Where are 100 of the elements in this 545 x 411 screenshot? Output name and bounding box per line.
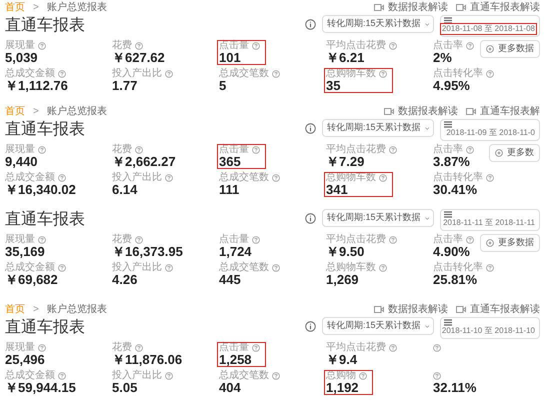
info-icon[interactable] xyxy=(305,321,316,332)
metric-label: 平均点击花费 xyxy=(326,340,386,354)
help-link[interactable]: 数据报表解读 xyxy=(384,104,458,119)
help-icon xyxy=(38,344,46,352)
metric-label: 平均点击花费 xyxy=(326,38,386,52)
help-link[interactable]: 直通车报表解读 xyxy=(456,0,540,15)
metric-value: 25,496 xyxy=(5,353,46,367)
metric-value: 4.26 xyxy=(112,273,138,287)
video-icon xyxy=(384,108,394,115)
date-range: 2018-11-11 至 2018-11-11 xyxy=(442,218,536,228)
metric-value: 5,039 xyxy=(5,51,39,65)
metric-label: 总成交金额 xyxy=(5,170,55,184)
info-icon[interactable] xyxy=(305,19,316,30)
help-icon xyxy=(165,372,173,380)
metric-value: 1,724 xyxy=(219,245,253,259)
help-icon xyxy=(486,264,494,272)
metric-value: ￥9.4 xyxy=(326,353,358,367)
metric-value: ￥59,944.15 xyxy=(5,381,76,395)
metric-label: 总成交笔数 xyxy=(219,260,269,275)
metric-value: 365 xyxy=(219,155,242,169)
page-title: 直通车报表 xyxy=(5,210,85,230)
more-data-button[interactable]: 更多数据 xyxy=(480,40,540,58)
chevron-down-icon xyxy=(424,324,429,328)
metric-label: 投入产出比 xyxy=(112,170,162,184)
metric-value: ￥16,340.02 xyxy=(5,183,76,197)
more-data-button[interactable]: 更多数 xyxy=(489,144,540,162)
help-icon xyxy=(58,174,66,182)
help-icon xyxy=(135,236,143,244)
help-icon xyxy=(252,344,260,352)
metric-value: 4.90% xyxy=(433,245,471,259)
metric-label: 平均点击花费 xyxy=(326,232,386,246)
metric-value: 32.11% xyxy=(433,381,476,395)
metric-label: 点击率 xyxy=(433,232,463,246)
help-icon xyxy=(135,344,143,352)
metric-value: 1.77 xyxy=(112,79,138,93)
period-select[interactable]: 转化周期:15天累计数据 xyxy=(322,317,434,335)
help-link[interactable]: 直通车报表解 xyxy=(466,104,540,119)
metric-value: ￥6.21 xyxy=(326,51,366,65)
help-icon xyxy=(389,344,397,352)
period-select[interactable]: 转化周期:15天累计数据 xyxy=(322,15,434,33)
metric-value: 9,440 xyxy=(5,155,39,169)
help-icon xyxy=(272,372,280,380)
help-icon xyxy=(58,372,66,380)
date-picker[interactable]: 2018-11-09 至 2018-11-0 xyxy=(440,119,540,141)
help-icon xyxy=(389,146,397,154)
metric-label: 花费 xyxy=(112,232,132,246)
date-range: 2018-11-10 至 2018-11-10 xyxy=(440,326,536,336)
period-select[interactable]: 转化周期:15天累计数据 xyxy=(322,119,434,137)
help-icon xyxy=(466,42,474,50)
metric-label: 点击率 xyxy=(433,38,463,52)
metric-value: 1,258 xyxy=(219,353,253,367)
more-data-button[interactable]: 更多数据 xyxy=(480,234,540,252)
metric-label: 展现量 xyxy=(5,143,35,156)
help-icon xyxy=(165,70,173,78)
metric-value: 1,269 xyxy=(326,273,360,287)
breadcrumb-separator: > xyxy=(33,1,39,15)
metric-value: 30.41% xyxy=(433,183,478,197)
metric-value: ￥2,662.27 xyxy=(112,155,176,169)
help-icon xyxy=(252,42,260,50)
metric-label: 投入产出比 xyxy=(112,260,162,274)
metric-value: 111 xyxy=(219,183,240,197)
help-icon xyxy=(272,70,280,78)
metric-label: 总成交笔数 xyxy=(219,66,269,81)
help-link[interactable]: 数据报表解读 xyxy=(374,0,448,15)
date-picker[interactable]: 2018-11-08 至 2018-11-08 xyxy=(440,15,540,37)
help-icon xyxy=(58,70,66,78)
metric-value: ￥16,373.95 xyxy=(112,245,183,259)
chevron-down-icon xyxy=(424,22,429,26)
metric-value: 404 xyxy=(219,381,242,395)
metric-value: 5 xyxy=(219,79,228,93)
metric-value: 4.95% xyxy=(433,79,471,93)
info-icon[interactable] xyxy=(305,123,316,134)
metric-label: 点击率 xyxy=(433,142,463,156)
metric-value: 1,192 xyxy=(326,381,360,395)
page-title: 直通车报表 xyxy=(5,16,85,36)
period-select[interactable]: 转化周期:15天累计数据 xyxy=(322,209,434,227)
metric-value: 2% xyxy=(433,51,453,65)
metric-value: 341 xyxy=(326,183,349,197)
help-icon xyxy=(466,236,474,244)
metric-label: 总购物车数 xyxy=(326,260,376,274)
help-icon xyxy=(38,236,46,244)
metric-value: 3.87% xyxy=(433,155,471,169)
metric-value: 35 xyxy=(326,79,342,93)
page-title: 直通车报表 xyxy=(5,318,85,338)
metric-label: 投入产出比 xyxy=(112,66,162,81)
date-picker[interactable]: 2018-11-11 至 2018-11-11 xyxy=(440,209,540,231)
help-link[interactable]: 数据报表解读 xyxy=(374,302,448,317)
metric-label: 花费 xyxy=(112,142,132,156)
help-icon xyxy=(58,264,66,272)
date-picker[interactable]: 2018-11-10 至 2018-11-10 xyxy=(440,317,540,339)
page-title: 直通车报表 xyxy=(5,120,85,140)
metric-value: ￥1,112.76 xyxy=(5,79,68,93)
help-link[interactable]: 直通车报表解读 xyxy=(456,302,540,317)
metric-label: 总成交金额 xyxy=(5,368,55,382)
metric-value: ￥69,682 xyxy=(5,273,59,287)
info-icon[interactable] xyxy=(305,213,316,224)
metric-label: 点击转化率 xyxy=(433,260,483,274)
help-icon xyxy=(379,174,387,182)
metric-value: 25.81% xyxy=(433,273,478,287)
metric-value: 35,169 xyxy=(5,245,46,259)
